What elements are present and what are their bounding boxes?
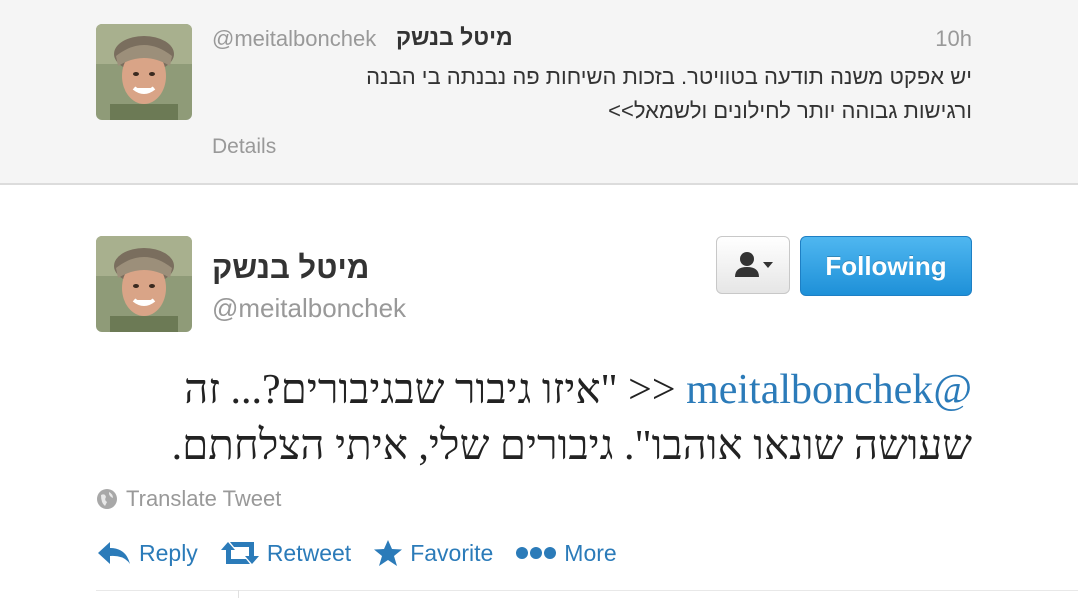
person-dropdown-icon: [735, 252, 773, 277]
context-text-line-2: ורגישות גבוהה יותר לחילונים ולשמאל>>: [608, 98, 972, 123]
favorite-label[interactable]: Favorite: [410, 540, 493, 567]
avatar[interactable]: [96, 24, 192, 120]
main-text-line-2: שעושה שונאו אוהבו". גיבורים שלי, איתי הצ…: [171, 423, 972, 469]
tweet-actions: Reply Retweet Favorite More: [96, 533, 639, 573]
following-button[interactable]: Following: [800, 236, 972, 296]
main-text-line-1-rest: << "איזו גיבור שבגיבורים?... זה: [184, 367, 676, 413]
divider: [96, 590, 1078, 591]
more-dots-icon: [516, 547, 557, 559]
reply-icon: [98, 542, 130, 564]
favorite-button[interactable]: Favorite: [373, 539, 493, 567]
reply-label[interactable]: Reply: [139, 540, 198, 567]
context-display-name[interactable]: מיטל בנשק: [396, 24, 513, 51]
main-text-line-1: @meitalbonchek << "איזו גיבור שבגיבורים?…: [96, 362, 972, 418]
details-link[interactable]: Details: [212, 135, 276, 159]
context-timestamp[interactable]: 10h: [935, 26, 972, 52]
globe-icon: [97, 489, 117, 509]
more-button[interactable]: More: [515, 540, 617, 567]
translate-label[interactable]: Translate Tweet: [126, 486, 281, 512]
more-label[interactable]: More: [564, 540, 616, 567]
context-text-line-1: יש אפקט משנה תודעה בטוויטר. בזכות השיחות…: [366, 64, 972, 89]
reply-button[interactable]: Reply: [96, 540, 198, 567]
main-handle[interactable]: @meitalbonchek: [212, 293, 406, 324]
retweet-icon: [220, 542, 259, 564]
main-display-name[interactable]: מיטל בנשק: [212, 250, 369, 286]
retweet-button[interactable]: Retweet: [220, 540, 351, 567]
context-tweet-text: יש אפקט משנה תודעה בטוויטר. בזכות השיחות…: [212, 60, 972, 128]
translate-tweet[interactable]: Translate Tweet: [96, 486, 281, 512]
main-tweet-text: @meitalbonchek << "איזו גיבור שבגיבורים?…: [96, 362, 972, 474]
star-icon: [374, 540, 403, 566]
divider: [238, 590, 239, 598]
retweet-label[interactable]: Retweet: [267, 540, 351, 567]
avatar[interactable]: [96, 236, 192, 332]
context-handle[interactable]: @meitalbonchek: [212, 26, 376, 52]
mention-link[interactable]: @meitalbonchek: [686, 367, 972, 413]
user-actions-dropdown[interactable]: [716, 236, 790, 294]
context-tweet[interactable]: @meitalbonchek מיטל בנשק 10h יש אפקט משנ…: [0, 0, 1078, 185]
